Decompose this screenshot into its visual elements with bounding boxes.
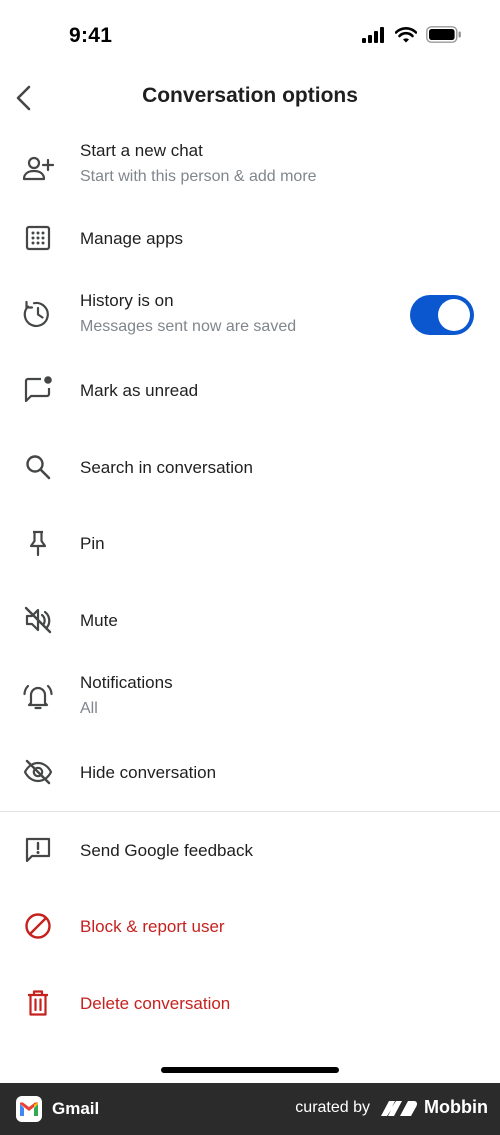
history-toggle[interactable]	[410, 295, 474, 335]
status-icons	[362, 26, 462, 43]
gmail-logo-icon	[16, 1096, 42, 1122]
footer-credit: curated by Mobbin	[295, 1097, 488, 1118]
bell-ringing-icon	[20, 678, 56, 714]
notifications-label: Notifications	[80, 673, 173, 692]
mobbin-brand-name: Mobbin	[424, 1097, 488, 1117]
notifications-value: All	[80, 700, 98, 717]
send-feedback-item[interactable]: Send Google feedback	[0, 812, 500, 888]
toggle-knob	[438, 299, 470, 331]
curated-by-text: curated by	[295, 1098, 371, 1116]
hide-conversation-item[interactable]: Hide conversation	[0, 734, 500, 810]
home-indicator	[161, 1067, 339, 1073]
cellular-signal-icon	[362, 26, 384, 43]
history-label: History is on	[80, 291, 174, 310]
block-report-label: Block & report user	[80, 917, 225, 936]
delete-conversation-item[interactable]: Delete conversation	[0, 965, 500, 1041]
person-add-icon	[20, 150, 56, 186]
search-item[interactable]: Search in conversation	[0, 429, 500, 505]
pin-item[interactable]: Pin	[0, 505, 500, 581]
mute-item[interactable]: Mute	[0, 582, 500, 658]
eye-off-icon	[20, 754, 56, 790]
mobbin-logo-icon	[381, 1100, 418, 1116]
mark-unread-item[interactable]: Mark as unread	[0, 352, 500, 428]
status-time: 9:41	[69, 24, 113, 47]
history-subtitle: Messages sent now are saved	[80, 318, 297, 335]
search-icon	[20, 449, 56, 485]
start-new-chat-subtitle: Start with this person & add more	[80, 168, 317, 185]
apps-grid-icon	[20, 220, 56, 256]
footer-app-name: Gmail	[52, 1099, 100, 1118]
pin-label: Pin	[80, 534, 105, 553]
manage-apps-label: Manage apps	[80, 229, 184, 248]
trash-icon	[20, 985, 56, 1021]
mark-unread-icon	[20, 372, 56, 408]
block-icon	[20, 908, 56, 944]
wifi-icon	[395, 26, 417, 42]
history-item[interactable]: History is on Messages sent now are save…	[0, 276, 500, 352]
delete-conversation-label: Delete conversation	[80, 994, 231, 1013]
send-feedback-label: Send Google feedback	[80, 841, 253, 860]
notifications-item[interactable]: Notifications All	[0, 658, 500, 734]
manage-apps-item[interactable]: Manage apps	[0, 200, 500, 276]
pin-icon	[20, 525, 56, 561]
feedback-icon	[20, 832, 56, 868]
footer-app: Gmail	[16, 1096, 99, 1122]
page-title: Conversation options	[142, 84, 358, 107]
history-icon	[20, 296, 56, 332]
mute-icon	[20, 602, 56, 638]
hide-conversation-label: Hide conversation	[80, 763, 217, 782]
block-report-item[interactable]: Block & report user	[0, 888, 500, 964]
mark-unread-label: Mark as unread	[80, 381, 199, 400]
footer-banner: Gmail curated by Mobbin	[0, 1083, 500, 1135]
mobbin-brand: Mobbin	[380, 1097, 488, 1118]
search-label: Search in conversation	[80, 458, 253, 477]
app-bar: Conversation options	[0, 74, 500, 122]
battery-icon	[426, 26, 461, 43]
start-new-chat-label: Start a new chat	[80, 141, 203, 160]
status-bar: 9:41	[0, 0, 500, 74]
mute-label: Mute	[80, 611, 118, 630]
